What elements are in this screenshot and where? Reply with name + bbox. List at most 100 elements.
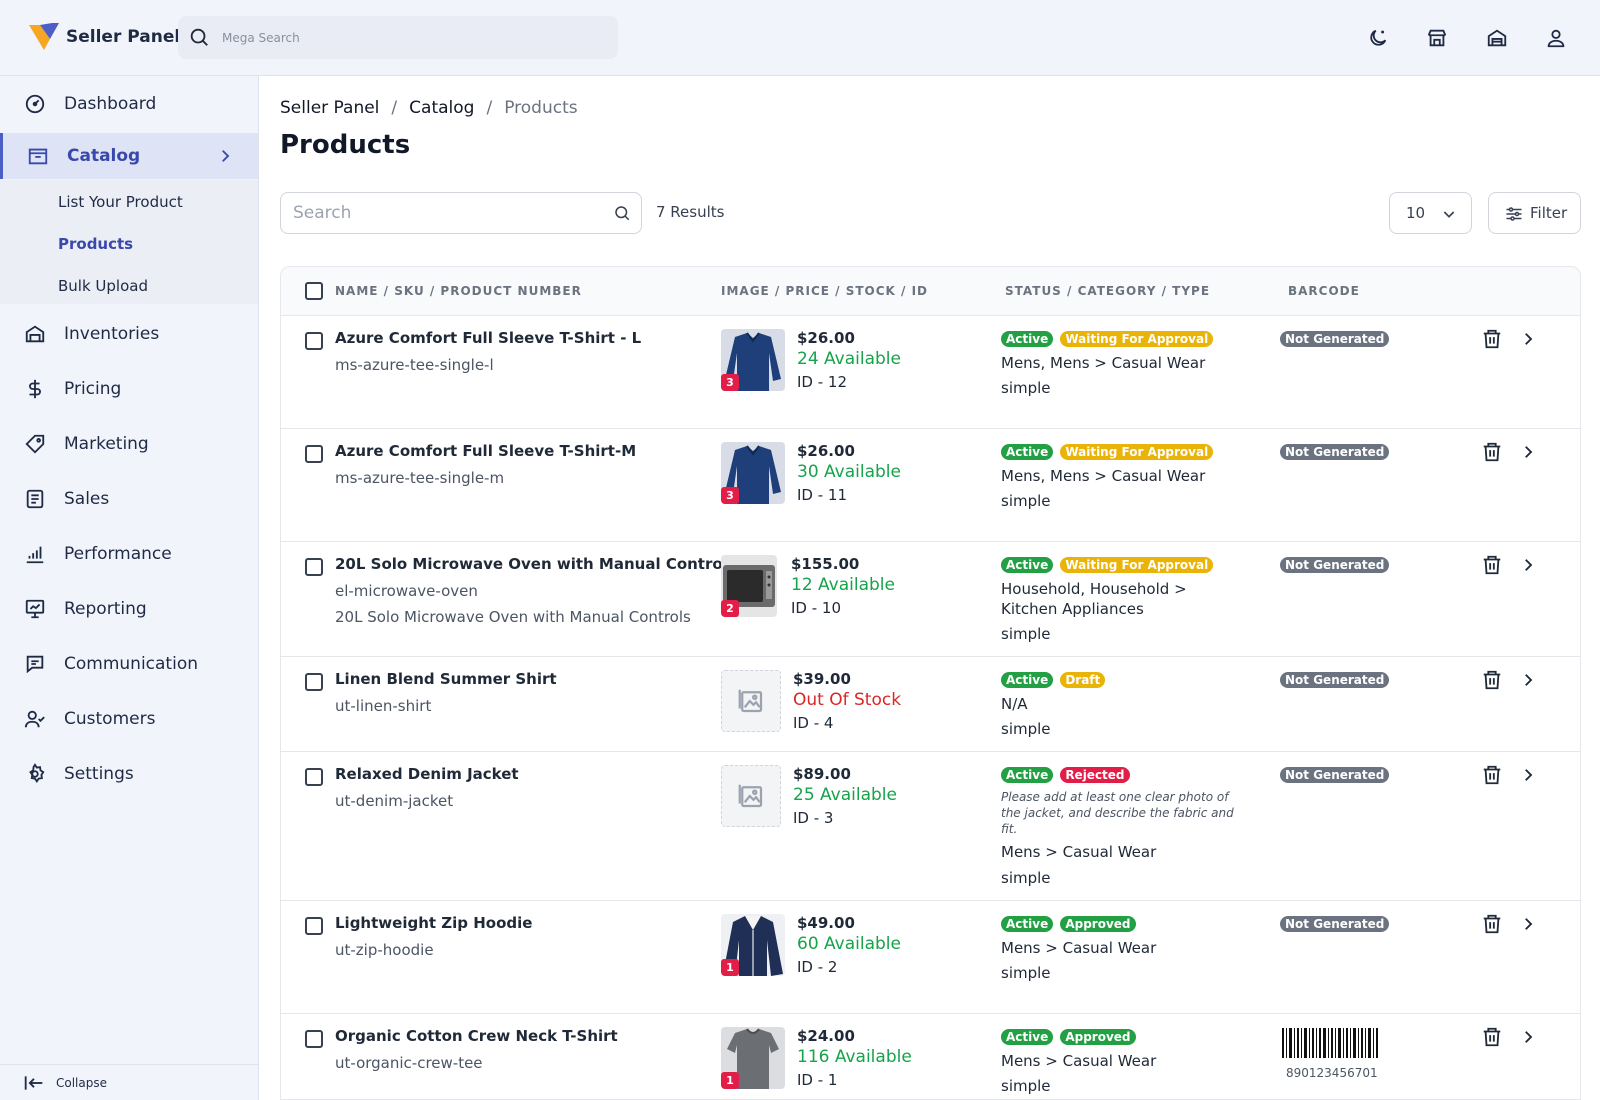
delete-icon[interactable]	[1481, 1026, 1503, 1048]
dark-mode-icon[interactable]	[1364, 24, 1392, 52]
product-image-placeholder[interactable]	[721, 765, 781, 827]
sidebar-item-marketing[interactable]: Marketing	[0, 421, 258, 467]
chevron-right-icon[interactable]	[1519, 556, 1537, 574]
table-row[interactable]: 20L Solo Microwave Oven with Manual Cont…	[281, 542, 1580, 657]
column-header-status[interactable]: STATUS / CATEGORY / TYPE	[1005, 284, 1210, 298]
sidebar-item-customers[interactable]: Customers	[0, 696, 258, 742]
approval-badge: Waiting For Approval	[1060, 331, 1214, 347]
filter-button[interactable]: Filter	[1488, 192, 1581, 234]
chevron-right-icon[interactable]	[1519, 915, 1537, 933]
sidebar-item-label: Catalog	[67, 146, 141, 166]
delete-icon[interactable]	[1481, 441, 1503, 463]
product-image[interactable]: 3	[721, 329, 785, 391]
brand[interactable]: Seller Panel	[28, 22, 180, 52]
product-search[interactable]	[280, 192, 642, 234]
user-icon[interactable]	[1542, 24, 1570, 52]
sidebar-item-inventories[interactable]: Inventories	[0, 311, 258, 357]
sidebar-item-settings[interactable]: Settings	[0, 751, 258, 797]
product-name[interactable]: Organic Cotton Crew Neck T-Shirt	[335, 1027, 618, 1045]
delete-icon[interactable]	[1481, 913, 1503, 935]
breadcrumb-seller-panel[interactable]: Seller Panel	[280, 98, 379, 118]
chevron-right-icon[interactable]	[1519, 443, 1537, 461]
sidebar-item-dashboard[interactable]: Dashboard	[0, 81, 258, 127]
row-checkbox[interactable]	[305, 558, 323, 576]
product-name[interactable]: Azure Comfort Full Sleeve T-Shirt-M	[335, 442, 636, 460]
submenu-list-your-product[interactable]: List Your Product	[58, 193, 183, 211]
column-header-name[interactable]: NAME / SKU / PRODUCT NUMBER	[335, 284, 582, 298]
product-image[interactable]: 3	[721, 442, 785, 504]
product-image[interactable]: 1	[721, 1027, 785, 1089]
product-name[interactable]: Azure Comfort Full Sleeve T-Shirt - L	[335, 329, 641, 347]
submenu-products[interactable]: Products	[58, 235, 133, 253]
product-name[interactable]: Linen Blend Summer Shirt	[335, 670, 557, 688]
sidebar-item-label: Communication	[64, 654, 198, 674]
sidebar-item-reporting[interactable]: Reporting	[0, 586, 258, 632]
row-checkbox[interactable]	[305, 768, 323, 786]
product-name[interactable]: 20L Solo Microwave Oven with Manual Cont…	[335, 555, 737, 573]
product-type: simple	[1001, 625, 1051, 643]
chevron-right-icon[interactable]	[1519, 330, 1537, 348]
top-bar: Seller Panel	[0, 0, 1600, 76]
table-header: NAME / SKU / PRODUCT NUMBER IMAGE / PRIC…	[281, 267, 1580, 316]
status-badge: Active	[1001, 444, 1054, 460]
table-row[interactable]: Relaxed Denim Jacket ut-denim-jacket $89…	[281, 752, 1580, 901]
product-type: simple	[1001, 720, 1051, 738]
delete-icon[interactable]	[1481, 764, 1503, 786]
sidebar-item-communication[interactable]: Communication	[0, 641, 258, 687]
row-checkbox[interactable]	[305, 673, 323, 691]
table-row[interactable]: Lightweight Zip Hoodie ut-zip-hoodie 1 $…	[281, 901, 1580, 1014]
sidebar-item-sales[interactable]: Sales	[0, 476, 258, 522]
row-checkbox[interactable]	[305, 917, 323, 935]
image-placeholder-icon	[736, 781, 766, 811]
row-checkbox[interactable]	[305, 445, 323, 463]
sidebar-item-label: Reporting	[64, 599, 147, 619]
row-checkbox[interactable]	[305, 332, 323, 350]
delete-icon[interactable]	[1481, 554, 1503, 576]
product-name[interactable]: Lightweight Zip Hoodie	[335, 914, 532, 932]
product-type: simple	[1001, 964, 1051, 982]
table-row[interactable]: Linen Blend Summer Shirt ut-linen-shirt …	[281, 657, 1580, 752]
table-row[interactable]: Azure Comfort Full Sleeve T-Shirt - L ms…	[281, 316, 1580, 429]
search-icon	[188, 26, 210, 48]
select-all-checkbox[interactable]	[305, 282, 323, 300]
product-name[interactable]: Relaxed Denim Jacket	[335, 765, 519, 783]
warehouse-icon[interactable]	[1483, 24, 1511, 52]
column-header-image[interactable]: IMAGE / PRICE / STOCK / ID	[721, 284, 928, 298]
product-image-placeholder[interactable]	[721, 670, 781, 732]
column-header-barcode[interactable]: BARCODE	[1288, 284, 1360, 298]
table-row[interactable]: Azure Comfort Full Sleeve T-Shirt-M ms-a…	[281, 429, 1580, 542]
table-row[interactable]: Organic Cotton Crew Neck T-Shirt ut-orga…	[281, 1014, 1580, 1099]
mega-search-input[interactable]	[222, 26, 602, 50]
filter-label: Filter	[1530, 204, 1568, 222]
row-checkbox[interactable]	[305, 1030, 323, 1048]
product-image[interactable]: 2	[721, 555, 777, 617]
chat-icon	[24, 653, 46, 675]
store-icon[interactable]	[1423, 24, 1451, 52]
inventories-icon	[24, 323, 46, 345]
image-count-badge: 1	[721, 1072, 739, 1089]
chevron-right-icon[interactable]	[1519, 766, 1537, 784]
chevron-right-icon[interactable]	[1519, 671, 1537, 689]
document-icon	[24, 488, 46, 510]
image-count-badge: 2	[721, 600, 739, 617]
product-category: N/A	[1001, 695, 1028, 713]
delete-icon[interactable]	[1481, 669, 1503, 691]
sidebar-item-performance[interactable]: Performance	[0, 531, 258, 577]
sidebar-item-catalog[interactable]: Catalog	[0, 133, 258, 179]
mega-search[interactable]	[178, 16, 618, 59]
barcode-image[interactable]	[1280, 1028, 1380, 1058]
barcode-status: Not Generated	[1280, 441, 1391, 460]
bar-chart-icon	[24, 543, 46, 565]
collapse-button[interactable]: Collapse	[0, 1064, 258, 1100]
chevron-right-icon[interactable]	[1519, 1028, 1537, 1046]
sidebar-item-pricing[interactable]: Pricing	[0, 366, 258, 412]
breadcrumb-catalog[interactable]: Catalog	[409, 98, 474, 118]
product-search-input[interactable]	[293, 202, 603, 224]
sidebar-item-label: Pricing	[64, 379, 122, 399]
submenu-bulk-upload[interactable]: Bulk Upload	[58, 277, 148, 295]
per-page-select[interactable]: 10	[1389, 192, 1472, 234]
barcode-status: Not Generated	[1280, 764, 1391, 783]
product-image[interactable]: 1	[721, 914, 785, 976]
image-count-badge: 3	[721, 487, 739, 504]
delete-icon[interactable]	[1481, 328, 1503, 350]
